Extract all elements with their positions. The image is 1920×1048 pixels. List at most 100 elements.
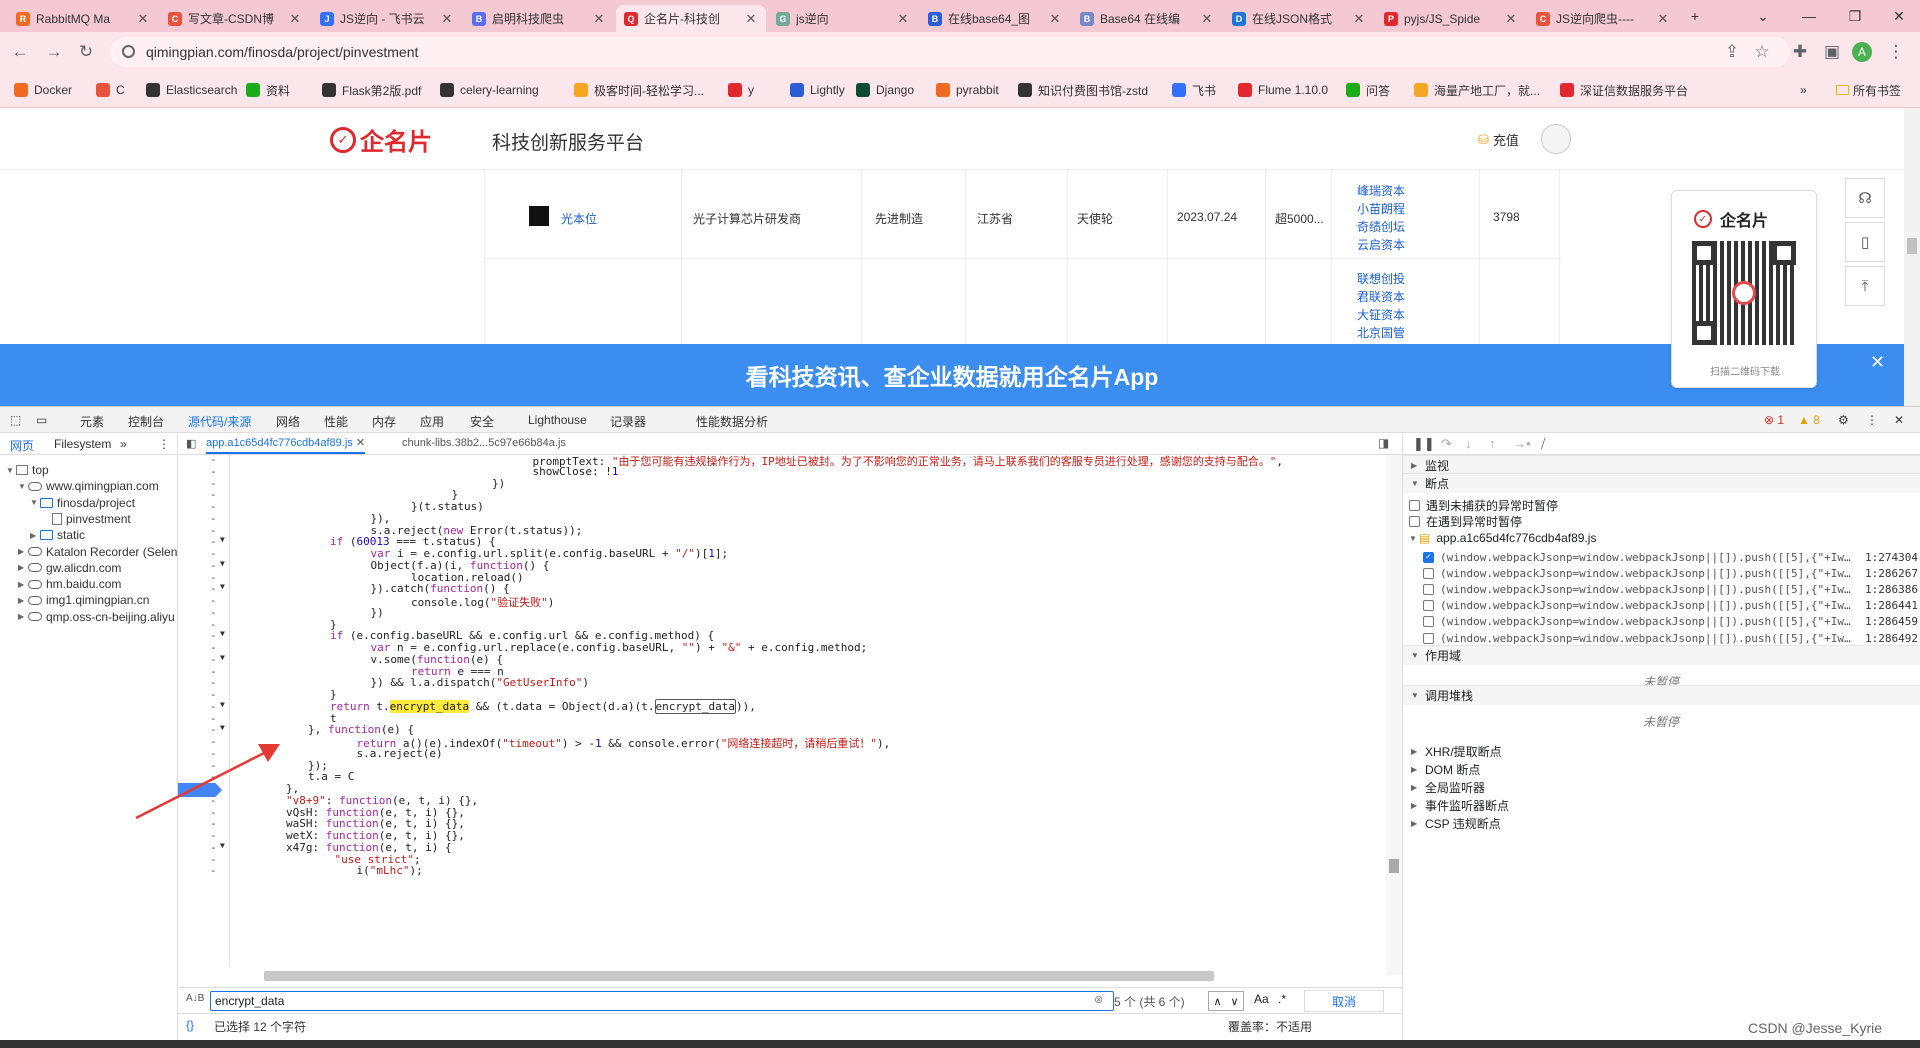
all-bookmarks[interactable]: 所有书签 (1836, 82, 1901, 98)
watch-section[interactable]: ▶ 监视 (1403, 455, 1920, 475)
close-tab-icon[interactable]: ✕ (1048, 11, 1062, 27)
more-icon[interactable]: ⋮ (1866, 413, 1878, 427)
breakpoint-file[interactable]: ▼ ▤ app.a1c65d4fc776cdb4af89.js (1409, 531, 1596, 545)
close-tab-icon[interactable]: ✕ (1352, 11, 1366, 27)
breakpoint-item[interactable]: (window.webpackJsonp=window.webpackJsonp… (1423, 581, 1918, 597)
profile-avatar[interactable]: A (1852, 42, 1872, 62)
bookmark-item[interactable]: y (728, 82, 754, 98)
file-tab-active[interactable]: app.a1c65d4fc776cdb4af89.js ✕ (206, 436, 366, 454)
bookmark-item[interactable]: Lightly (790, 82, 845, 98)
investor-link[interactable]: 君联资本 (1357, 288, 1405, 305)
investor-link[interactable]: 奇绩创坛 (1357, 218, 1405, 235)
browser-tab[interactable]: C 写文章-CSDN博 ✕ (160, 5, 310, 32)
close-window-icon[interactable]: ✕ (1876, 0, 1920, 32)
inspect-icon[interactable]: ⬚ (10, 413, 21, 427)
file-tree-item[interactable]: ▶ img1.qimingpian.cn (18, 593, 149, 607)
close-tab-icon[interactable]: ✕ (1504, 11, 1518, 27)
bookmark-item[interactable]: 极客时间-轻松学习... (574, 82, 704, 98)
browser-tab[interactable]: Ppyjs/JS_Spide ✕ (1376, 5, 1526, 32)
back-icon[interactable]: ← (8, 40, 32, 64)
fold-arrow-icon[interactable]: ▼ (220, 559, 225, 568)
reload-icon[interactable]: ↻ (74, 40, 98, 64)
minimize-icon[interactable]: — (1786, 0, 1832, 32)
step-over-icon[interactable]: ↷ (1441, 436, 1452, 452)
browser-tab[interactable]: R RabbitMQ Ma ✕ (8, 5, 158, 32)
regex-button[interactable]: .* (1278, 992, 1286, 1006)
fold-arrow-icon[interactable]: ▼ (220, 582, 225, 591)
nav-tab-page[interactable]: 网页 (10, 437, 34, 454)
devtools-tab[interactable]: 应用 (420, 413, 444, 430)
pause-caught-checkbox[interactable]: 在遇到异常时暂停 (1409, 513, 1522, 530)
breakpoint-checkbox[interactable] (1423, 632, 1434, 644)
search-nav-buttons[interactable]: ∧ ∨ (1208, 991, 1244, 1011)
new-tab-icon[interactable]: + (1672, 0, 1718, 32)
breakpoint-checkbox[interactable] (1423, 616, 1434, 628)
devtools-tab[interactable]: 网络 (276, 413, 300, 430)
code-content[interactable]: promptText: "由于您可能有违规操作行为，IP地址已被封。为了不影响您… (230, 455, 1386, 967)
file-tree-item[interactable]: ▶ static (30, 528, 85, 542)
breakpoint-checkbox[interactable] (1423, 583, 1434, 595)
bookmark-item[interactable]: Flask第2版.pdf (322, 82, 421, 98)
recharge-button[interactable]: ⛁ 充值 (1478, 130, 1519, 149)
close-tab-icon[interactable]: ✕ (592, 11, 606, 27)
breakpoint-checkbox[interactable] (1423, 600, 1434, 612)
prev-match-icon[interactable]: ∧ (1213, 995, 1221, 1008)
site-info-icon[interactable] (122, 45, 135, 58)
share-icon[interactable]: ⇪ (1720, 40, 1744, 64)
close-tab-icon[interactable]: ✕ (440, 11, 454, 27)
browser-tab[interactable]: C JS逆向爬虫---- ✕ (1528, 5, 1678, 32)
devtools-tab[interactable]: 记录器 (610, 413, 646, 430)
device-toggle-icon[interactable]: ▭ (36, 413, 47, 427)
file-tree-item[interactable]: ▼ www.qimingpian.com (18, 479, 159, 493)
menu-icon[interactable]: ⋮ (1884, 40, 1908, 64)
extensions-icon[interactable]: ✚ (1788, 40, 1812, 64)
bookmark-item[interactable]: Docker (14, 82, 72, 98)
bookmark-item[interactable]: Elasticsearch (146, 82, 237, 98)
nav-menu-icon[interactable]: ⋮ (158, 437, 170, 451)
gutter-line[interactable]: - (178, 864, 229, 878)
browser-tab[interactable]: B 启明科技爬虫 ✕ (464, 5, 614, 32)
file-tab[interactable]: chunk-libs.38b2...5c97e66b84a.js (402, 437, 566, 449)
close-tab-icon[interactable]: ✕ (136, 11, 150, 27)
deactivate-breakpoints-icon[interactable]: ⧸ (1541, 436, 1545, 452)
file-tree-item[interactable]: pinvestment (42, 512, 131, 526)
search-input[interactable]: encrypt_data (210, 991, 1114, 1011)
next-match-icon[interactable]: ∨ (1230, 995, 1238, 1008)
file-tree-item[interactable]: ▼ top (6, 463, 49, 477)
replace-toggle-icon[interactable]: A↓B (186, 993, 204, 1004)
breakpoint-item[interactable]: (window.webpackJsonp=window.webpackJsonp… (1423, 598, 1918, 614)
forward-icon[interactable]: → (42, 40, 66, 64)
browser-tab[interactable]: D 在线JSON格式 ✕ (1224, 5, 1374, 32)
investor-link[interactable]: 峰瑞资本 (1357, 182, 1405, 199)
devtools-tab[interactable]: 元素 (80, 413, 104, 430)
breakpoint-item[interactable]: (window.webpackJsonp=window.webpackJsonp… (1423, 565, 1918, 581)
company-name-link[interactable]: 光本位 (561, 210, 597, 227)
bookmark-item[interactable]: 资料 (246, 82, 290, 98)
debugger-section[interactable]: ▶ 全局监听器 (1403, 777, 1920, 797)
cancel-search-button[interactable]: 取消 (1304, 990, 1384, 1012)
step-out-icon[interactable]: ↑ (1489, 436, 1496, 451)
investor-link[interactable]: 云启资本 (1357, 236, 1405, 253)
file-tree-item[interactable]: ▶ qmp.oss-cn-beijing.aliyu (18, 610, 175, 624)
side-panel-icon[interactable]: ▣ (1820, 40, 1844, 64)
devtools-tab[interactable]: 控制台 (128, 413, 164, 430)
callstack-section[interactable]: ▼ 调用堆栈 (1403, 685, 1920, 705)
toggle-navigator-icon[interactable]: ◧ (186, 437, 196, 450)
scope-section[interactable]: ▼ 作用域 (1403, 645, 1920, 665)
settings-icon[interactable]: ⚙ (1838, 413, 1849, 427)
bookmark-item[interactable]: 深证信数据服务平台 (1560, 82, 1688, 98)
fold-arrow-icon[interactable]: ▼ (220, 700, 225, 709)
bookmark-item[interactable]: 海量产地工厂，就... (1414, 82, 1540, 98)
devtools-tab[interactable]: 内存 (372, 413, 396, 430)
horizontal-scrollbar[interactable] (264, 971, 1214, 981)
page-scrollbar[interactable] (1904, 108, 1920, 406)
tab-search-icon[interactable]: ⌄ (1740, 0, 1786, 32)
breakpoint-checkbox[interactable]: ✓ (1423, 551, 1434, 563)
browser-tab[interactable]: J JS逆向 - 飞书云 ✕ (312, 5, 462, 32)
warning-count[interactable]: ▲ 8 (1798, 413, 1820, 427)
bookmark-item[interactable]: C (96, 82, 125, 98)
devtools-tab[interactable]: 性能数据分析 (696, 413, 768, 430)
user-avatar[interactable] (1541, 124, 1571, 154)
match-case-button[interactable]: Aa (1254, 992, 1269, 1006)
vertical-scrollbar[interactable] (1386, 455, 1402, 975)
